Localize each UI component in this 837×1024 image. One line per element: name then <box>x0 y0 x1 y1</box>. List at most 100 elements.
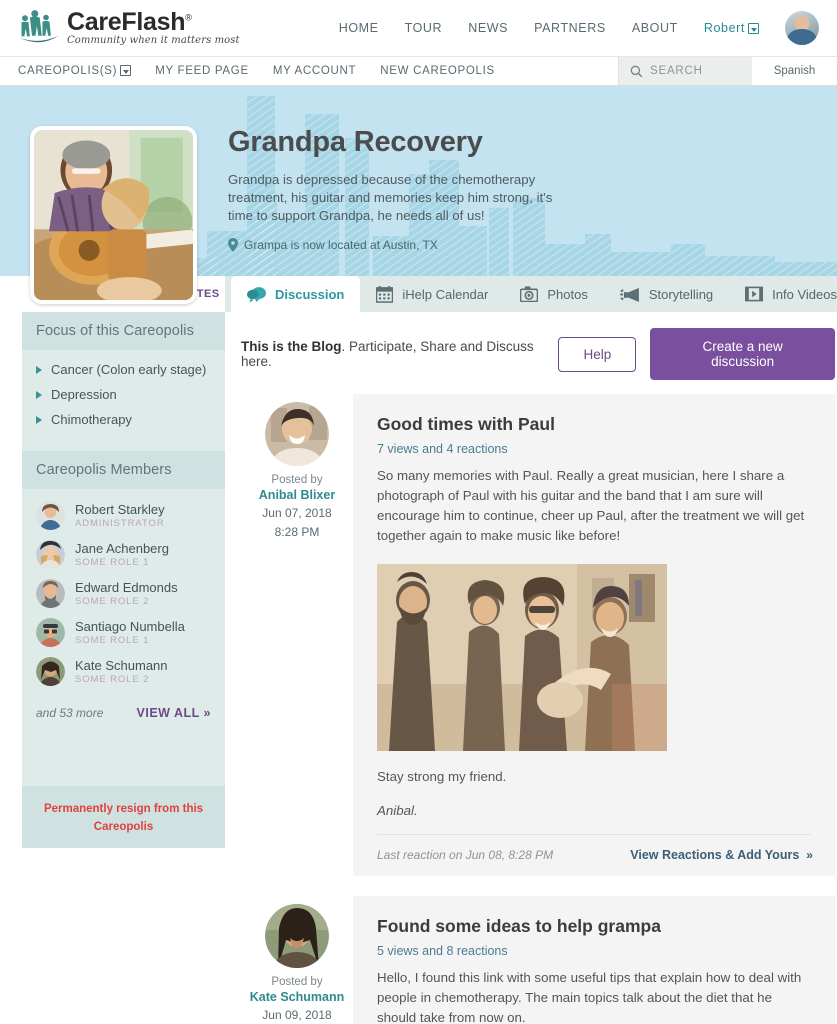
posted-by-label: Posted by <box>271 976 323 988</box>
subnav-new-careopolis[interactable]: NEW CAREOPOLIS <box>380 65 495 77</box>
focus-list: Cancer (Colon early stage) Depression Ch… <box>22 350 225 451</box>
avatar <box>36 501 65 530</box>
language-switch[interactable]: Spanish <box>752 57 837 85</box>
nav-news[interactable]: NEWS <box>468 21 508 35</box>
nav-about[interactable]: ABOUT <box>632 21 678 35</box>
members-more-count: and 53 more <box>36 706 104 720</box>
discussion-post: Posted by Kate Schumann Jun 09, 2018 2:1… <box>225 896 837 1024</box>
blog-header: This is the Blog. Participate, Share and… <box>225 312 837 394</box>
post-author-name[interactable]: Anibal Blixer <box>241 488 353 502</box>
post-footer: Last reaction on Jun 08, 8:28 PM View Re… <box>377 834 813 876</box>
help-button[interactable]: Help <box>558 336 637 372</box>
member-avatar-jane <box>36 540 65 569</box>
chevron-down-icon <box>120 65 132 77</box>
sidebar: Focus of this Careopolis Cancer (Colon e… <box>22 312 225 848</box>
calendar-icon <box>376 285 394 303</box>
tab-label: Storytelling <box>648 286 714 302</box>
member-role: ADMINISTRATOR <box>75 518 165 529</box>
right-column: Discussion iHelp Calendar Photos Storyte… <box>225 276 837 1024</box>
band-friends-photo <box>377 564 667 751</box>
resign-link[interactable]: Permanently resign from this Careopolis <box>44 803 203 833</box>
member-name: Jane Achenberg <box>75 541 169 556</box>
grandpa-guitar-photo <box>34 130 193 300</box>
list-item[interactable]: Jane Achenberg SOME ROLE 1 <box>36 540 225 569</box>
tab-photos[interactable]: Photos <box>504 276 603 312</box>
list-item[interactable]: Robert Starkley ADMINISTRATOR <box>36 501 225 530</box>
top-header: CareFlash® Community when it matters mos… <box>0 0 837 56</box>
nav-partners[interactable]: PARTNERS <box>534 21 606 35</box>
member-role: SOME ROLE 1 <box>75 557 150 568</box>
logo-tagline: Community when it matters most <box>67 35 240 46</box>
careflash-logo[interactable]: CareFlash® Community when it matters mos… <box>18 8 240 48</box>
hero-description: Grandpa is depressed because of the chem… <box>228 172 553 223</box>
camera-icon <box>520 286 539 302</box>
member-name: Kate Schumann <box>75 658 168 673</box>
tab-discussion[interactable]: Discussion <box>231 276 361 312</box>
view-all-members-link[interactable]: VIEW ALL » <box>137 706 211 720</box>
focus-item-label: Depression <box>51 387 117 402</box>
focus-item-label: Cancer (Colon early stage) <box>51 362 207 377</box>
avatar[interactable] <box>265 904 329 968</box>
nav-home[interactable]: HOME <box>339 21 379 35</box>
member-avatar-edward <box>36 579 65 608</box>
tab-info-videos[interactable]: Info Videos <box>729 276 837 312</box>
post-body: So many memories with Paul. Really a gre… <box>377 468 805 543</box>
subnav-careopolis-label: CAREOPOLIS(S) <box>18 65 118 77</box>
post-author-name[interactable]: Kate Schumann <box>241 990 353 1004</box>
main-content: EDIT CAREOPOLIS INVITES Focus of this Ca… <box>0 276 837 1024</box>
post-date: Jun 09, 2018 <box>262 1008 332 1022</box>
nav-tour[interactable]: TOUR <box>405 21 443 35</box>
post-stats: 5 views and 8 reactions <box>377 944 508 958</box>
list-item[interactable]: Kate Schumann SOME ROLE 2 <box>36 657 225 686</box>
megaphone-icon <box>620 287 639 302</box>
member-name: Edward Edmonds <box>75 580 178 595</box>
subnav-my-account[interactable]: MY ACCOUNT <box>273 65 356 77</box>
search-icon <box>630 65 643 77</box>
blog-intro-text: This is the Blog. Participate, Share and… <box>241 339 558 369</box>
bullet-icon <box>36 391 42 399</box>
tab-storytelling[interactable]: Storytelling <box>604 276 729 312</box>
post-title[interactable]: Good times with Paul <box>377 414 811 435</box>
hero-location-text: Grampa is now located at Austin, TX <box>244 238 438 252</box>
post-date: Jun 07, 2018 <box>262 506 332 520</box>
tab-label: Photos <box>547 286 588 302</box>
list-item[interactable]: Santiago Numbella SOME ROLE 1 <box>36 618 225 647</box>
search-input[interactable]: SEARCH <box>618 57 752 85</box>
tab-label: iHelp Calendar <box>402 286 489 302</box>
resign-panel: Permanently resign from this Careopolis <box>22 786 225 848</box>
focus-item[interactable]: Chimotherapy <box>36 412 211 428</box>
focus-item[interactable]: Depression <box>36 387 211 403</box>
tab-label: Info Videos <box>772 286 837 302</box>
avatar[interactable] <box>265 402 329 466</box>
post-stats: 7 views and 4 reactions <box>377 442 508 456</box>
chevron-down-icon <box>748 23 759 35</box>
tab-ihelp-calendar[interactable]: iHelp Calendar <box>360 276 504 312</box>
post-photo[interactable] <box>377 564 667 751</box>
post-card: Good times with Paul 7 views and 4 react… <box>353 394 835 876</box>
chevron-right-icon: » <box>203 706 211 720</box>
create-discussion-button[interactable]: Create a new discussion <box>650 328 835 380</box>
post-author-block: Posted by Anibal Blixer Jun 07, 2018 8:2… <box>241 394 353 876</box>
member-role: SOME ROLE 2 <box>75 596 150 607</box>
avatar[interactable] <box>785 11 819 45</box>
subnav-my-feed-page[interactable]: MY FEED PAGE <box>155 65 249 77</box>
careopolis-profile-photo[interactable] <box>30 126 197 304</box>
avatar <box>36 540 65 569</box>
primary-navigation: HOME TOUR NEWS PARTNERS ABOUT Robert <box>339 11 819 45</box>
list-item[interactable]: Edward Edmonds SOME ROLE 2 <box>36 579 225 608</box>
post-title[interactable]: Found some ideas to help grampa <box>377 916 811 937</box>
post-card: Found some ideas to help grampa 5 views … <box>353 896 835 1024</box>
member-avatar-robert <box>36 501 65 530</box>
registered-mark: ® <box>185 12 192 23</box>
subnav-careopolis[interactable]: CAREOPOLIS(S) <box>18 65 132 77</box>
member-avatar-kate <box>36 657 65 686</box>
member-role: SOME ROLE 1 <box>75 635 150 646</box>
view-reactions-link[interactable]: View Reactions & Add Yours » <box>630 848 813 862</box>
members-more-row: and 53 more VIEW ALL » <box>36 696 225 720</box>
focus-item[interactable]: Cancer (Colon early stage) <box>36 362 211 378</box>
members-list: Robert Starkley ADMINISTRATOR Jane Achen… <box>22 489 225 720</box>
user-menu[interactable]: Robert <box>704 21 759 35</box>
secondary-navigation: CAREOPOLIS(S) MY FEED PAGE MY ACCOUNT NE… <box>0 56 837 86</box>
post-closing: Stay strong my friend. <box>377 769 507 784</box>
video-icon <box>745 286 764 302</box>
